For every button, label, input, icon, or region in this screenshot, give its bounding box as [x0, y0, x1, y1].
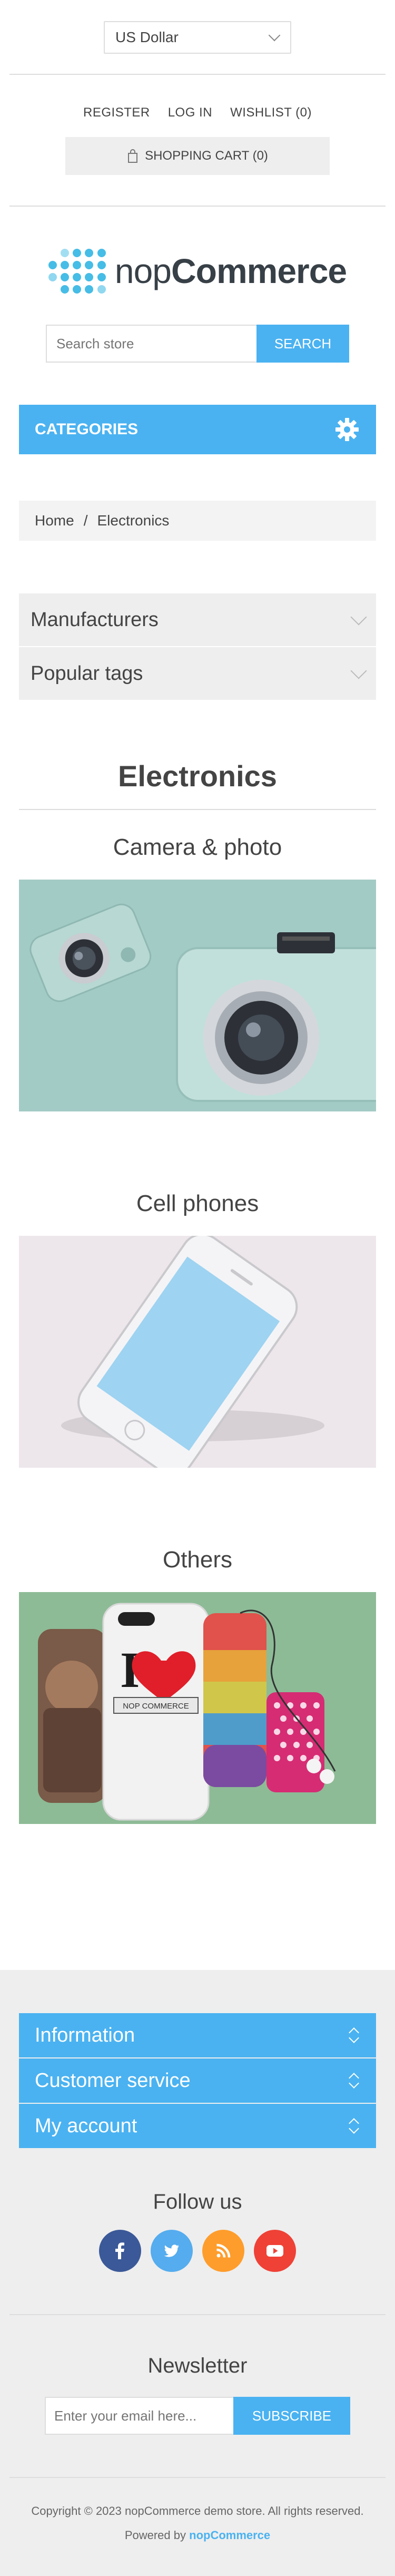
login-link[interactable]: LOG IN	[168, 105, 212, 120]
footer-blocks: Information Customer service My account	[19, 2013, 376, 2148]
footer-divider	[9, 2314, 386, 2315]
chevron-down-icon	[268, 29, 281, 42]
powered-by-link[interactable]: nopCommerce	[189, 2529, 270, 2542]
subcategory-title-others[interactable]: Others	[0, 1547, 395, 1573]
breadcrumb-home-link[interactable]: Home	[35, 512, 74, 529]
search-button[interactable]: SEARCH	[256, 325, 349, 363]
youtube-icon[interactable]	[254, 2230, 296, 2272]
manufacturers-block-toggle[interactable]: Manufacturers	[19, 593, 376, 646]
chevron-down-icon	[350, 662, 367, 679]
footer-block-title: Information	[35, 2024, 135, 2046]
search-box: SEARCH	[0, 325, 395, 364]
social-links	[0, 2230, 395, 2272]
cell-phones-image[interactable]	[19, 1236, 376, 1468]
twitter-icon[interactable]	[151, 2230, 193, 2272]
wishlist-link[interactable]: WISHLIST (0)	[230, 105, 312, 120]
breadcrumb: Home / Electronics	[19, 501, 376, 541]
currency-select[interactable]: US Dollar	[104, 21, 291, 54]
page: US Dollar REGISTER LOG IN WISHLIST (0) S…	[0, 0, 395, 2576]
categories-menu-toggle[interactable]: CATEGORIES	[19, 405, 376, 454]
shopping-bag-icon	[127, 149, 139, 163]
subscribe-button[interactable]: SUBSCRIBE	[233, 2397, 350, 2435]
newsletter-title: Newsletter	[147, 2354, 248, 2377]
rss-icon[interactable]	[202, 2230, 244, 2272]
side-block-title: Popular tags	[31, 662, 143, 685]
footer-divider-2	[9, 2477, 386, 2478]
page-title: Electronics	[118, 759, 277, 793]
logo-text: nopCommerce	[114, 251, 347, 290]
footer-information-toggle[interactable]: Information	[19, 2013, 376, 2057]
header-selectors: US Dollar	[0, 0, 395, 74]
follow-us-title: Follow us	[153, 2190, 242, 2213]
powered-by-prefix: Powered by	[124, 2529, 186, 2542]
footer-my-account-toggle[interactable]: My account	[19, 2104, 376, 2148]
subcategory-item: Camera & photo	[0, 834, 395, 1111]
powered-by: Powered by nopCommerce	[0, 2529, 395, 2542]
logo-mark-icon	[48, 248, 107, 294]
copyright-text: Copyright © 2023 nopCommerce demo store.…	[31, 2504, 364, 2518]
chevron-down-icon	[350, 609, 367, 626]
header-links-row: REGISTER LOG IN WISHLIST (0)	[0, 105, 395, 120]
footer: Information Customer service My account …	[0, 1970, 395, 2576]
shopping-cart-link[interactable]: SHOPPING CART (0)	[65, 137, 330, 175]
gear-icon	[334, 416, 360, 443]
popular-tags-block-toggle[interactable]: Popular tags	[19, 647, 376, 700]
expand-collapse-icon	[348, 2116, 360, 2135]
breadcrumb-current: Electronics	[97, 512, 170, 529]
side-blocks: Manufacturers Popular tags	[19, 593, 376, 700]
subcategory-item: Cell phones	[0, 1191, 395, 1468]
subcategory-item: Others I NOP COMMERCE	[0, 1547, 395, 1824]
categories-label: CATEGORIES	[35, 421, 139, 438]
cart-label: SHOPPING CART (0)	[145, 149, 268, 163]
breadcrumb-separator: /	[83, 512, 88, 529]
footer-customer-service-toggle[interactable]: Customer service	[19, 2058, 376, 2103]
header-links: REGISTER LOG IN WISHLIST (0) SHOPPING CA…	[0, 75, 395, 206]
facebook-icon[interactable]	[99, 2230, 141, 2272]
subcategory-title-camera[interactable]: Camera & photo	[0, 834, 395, 861]
footer-block-title: Customer service	[35, 2069, 191, 2092]
others-image-case-text: NOP COMMERCE	[123, 1702, 189, 1711]
register-link[interactable]: REGISTER	[83, 105, 150, 120]
expand-collapse-icon	[348, 2071, 360, 2090]
currency-value: US Dollar	[115, 29, 179, 45]
logo[interactable]: nopCommerce	[0, 207, 395, 325]
side-block-title: Manufacturers	[31, 608, 159, 631]
others-image[interactable]: I NOP COMMERCE	[19, 1592, 376, 1824]
search-input[interactable]	[46, 325, 256, 363]
newsletter-form: SUBSCRIBE	[0, 2397, 395, 2435]
subcategory-title-cell-phones[interactable]: Cell phones	[0, 1191, 395, 1217]
newsletter-email-input[interactable]	[45, 2397, 233, 2435]
expand-collapse-icon	[348, 2026, 360, 2045]
title-divider	[19, 809, 376, 810]
footer-block-title: My account	[35, 2114, 137, 2137]
camera-photo-image[interactable]	[19, 880, 376, 1111]
